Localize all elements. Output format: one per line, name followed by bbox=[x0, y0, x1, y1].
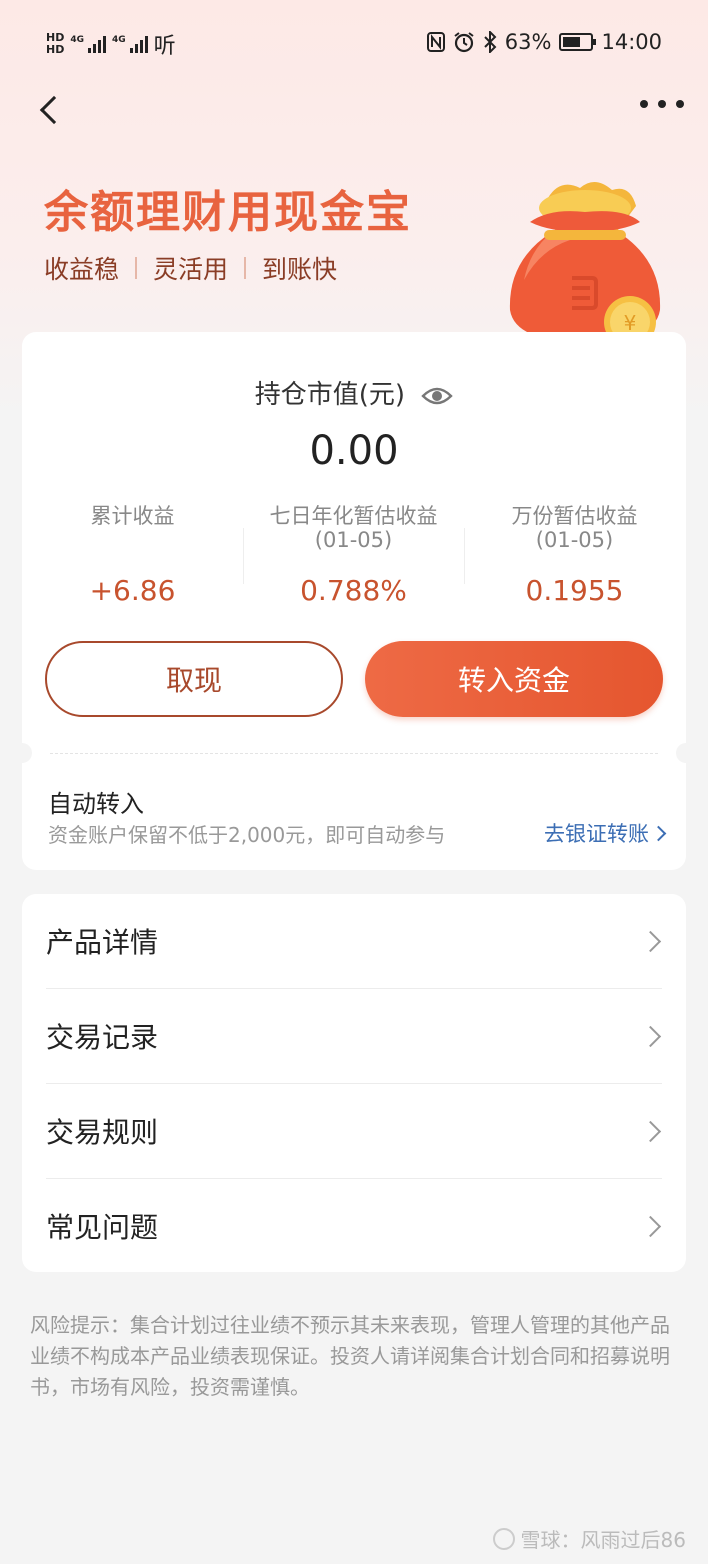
status-right: 63% 14:00 bbox=[426, 30, 662, 54]
hero-title: 余额理财用现金宝 bbox=[44, 187, 412, 238]
stat-value: 0.1955 bbox=[525, 574, 624, 607]
card-notch bbox=[676, 743, 696, 763]
holdings-label-row: 持仓市值(元) bbox=[22, 374, 686, 411]
status-left: HD HD 4G 4G 听 bbox=[46, 28, 176, 60]
menu-item-label: 交易规则 bbox=[46, 1116, 159, 1149]
back-button[interactable] bbox=[30, 88, 70, 132]
stat-per-ten-thousand: 万份暂估收益 (01-05) 0.1955 bbox=[464, 504, 685, 607]
eye-icon[interactable] bbox=[421, 386, 453, 406]
chevron-right-icon bbox=[639, 1025, 662, 1047]
hero-tags: 收益稳 灵活用 到账快 bbox=[44, 250, 337, 286]
battery-percent: 63% bbox=[504, 30, 552, 54]
hero-tag: 收益稳 bbox=[44, 255, 120, 284]
hero-tag: 到账快 bbox=[262, 255, 338, 284]
risk-notice: 风险提示：集合计划过往业绩不预示其未来表现，管理人管理的其他产品业绩不构成本产品… bbox=[30, 1313, 670, 1399]
hero-tag: 灵活用 bbox=[153, 255, 229, 284]
auto-transfer-desc: 资金账户保留不低于2,000元，即可自动参与 bbox=[48, 823, 446, 847]
stat-date: (01-05) bbox=[535, 528, 614, 552]
stat-cumulative: 累计收益 +6.86 bbox=[22, 504, 243, 607]
snowball-logo-icon bbox=[492, 1527, 515, 1550]
chevron-right-icon bbox=[639, 930, 662, 952]
audio-label: 听 bbox=[153, 34, 176, 59]
menu-item-trading-rules[interactable]: 交易规则 bbox=[22, 1084, 686, 1178]
chevron-right-icon bbox=[639, 1120, 662, 1142]
watermark: 雪球：风雨过后86 bbox=[492, 1524, 686, 1553]
bank-transfer-link-label: 去银证转账 bbox=[544, 822, 649, 846]
stat-name: 万份暂估收益 bbox=[511, 504, 638, 528]
menu-item-label: 产品详情 bbox=[46, 926, 159, 959]
clock: 14:00 bbox=[601, 30, 662, 54]
stat-value: +6.86 bbox=[89, 574, 176, 607]
holdings-value: 0.00 bbox=[309, 428, 399, 474]
chevron-right-icon bbox=[650, 825, 667, 841]
tag-divider bbox=[135, 257, 138, 279]
tag-divider bbox=[244, 257, 247, 279]
network2-label: 4G bbox=[112, 35, 126, 45]
menu-item-transaction-records[interactable]: 交易记录 bbox=[22, 989, 686, 1083]
nfc-icon bbox=[426, 32, 445, 52]
stat-name: 七日年化暂估收益 bbox=[269, 504, 438, 528]
signal-icon: 4G bbox=[70, 35, 106, 53]
withdraw-button[interactable]: 取现 bbox=[45, 641, 343, 717]
hd-indicator: HD HD bbox=[46, 32, 64, 56]
stat-name: 累计收益 bbox=[90, 504, 175, 528]
auto-transfer-title: 自动转入 bbox=[48, 790, 144, 818]
menu-item-label: 常见问题 bbox=[46, 1211, 159, 1244]
holdings-card: 持仓市值(元) 0.00 累计收益 +6.86 七日年化暂估收益 (01-05)… bbox=[12, 332, 696, 870]
stat-value: 0.788% bbox=[300, 574, 407, 607]
holdings-label: 持仓市值(元) bbox=[254, 380, 406, 410]
menu-card: 产品详情 交易记录 交易规则 常见问题 bbox=[22, 894, 686, 1272]
menu-item-label: 交易记录 bbox=[46, 1021, 159, 1054]
alarm-icon bbox=[454, 32, 474, 53]
card-notch bbox=[12, 743, 32, 763]
signal-icon-2: 4G bbox=[112, 35, 148, 53]
stat-date: (01-05) bbox=[314, 528, 393, 552]
bank-transfer-link[interactable]: 去银证转账 bbox=[544, 818, 667, 848]
status-bar: HD HD 4G 4G 听 63% 14:00 bbox=[0, 22, 708, 66]
battery-icon bbox=[559, 33, 597, 51]
network1-label: 4G bbox=[70, 35, 84, 45]
bluetooth-icon bbox=[484, 31, 497, 53]
menu-item-faq[interactable]: 常见问题 bbox=[22, 1179, 686, 1273]
chevron-right-icon bbox=[639, 1215, 662, 1237]
deposit-button[interactable]: 转入资金 bbox=[365, 641, 663, 717]
watermark-text: 雪球：风雨过后86 bbox=[520, 1528, 686, 1552]
hd2-label: HD bbox=[46, 43, 65, 56]
menu-item-product-details[interactable]: 产品详情 bbox=[22, 894, 686, 988]
battery-fill bbox=[563, 37, 580, 47]
dashed-divider bbox=[50, 753, 658, 754]
stat-seven-day-yield: 七日年化暂估收益 (01-05) 0.788% bbox=[243, 504, 464, 607]
more-button[interactable] bbox=[640, 92, 684, 116]
more-dots-icon bbox=[640, 100, 648, 108]
chevron-left-icon bbox=[39, 95, 69, 125]
